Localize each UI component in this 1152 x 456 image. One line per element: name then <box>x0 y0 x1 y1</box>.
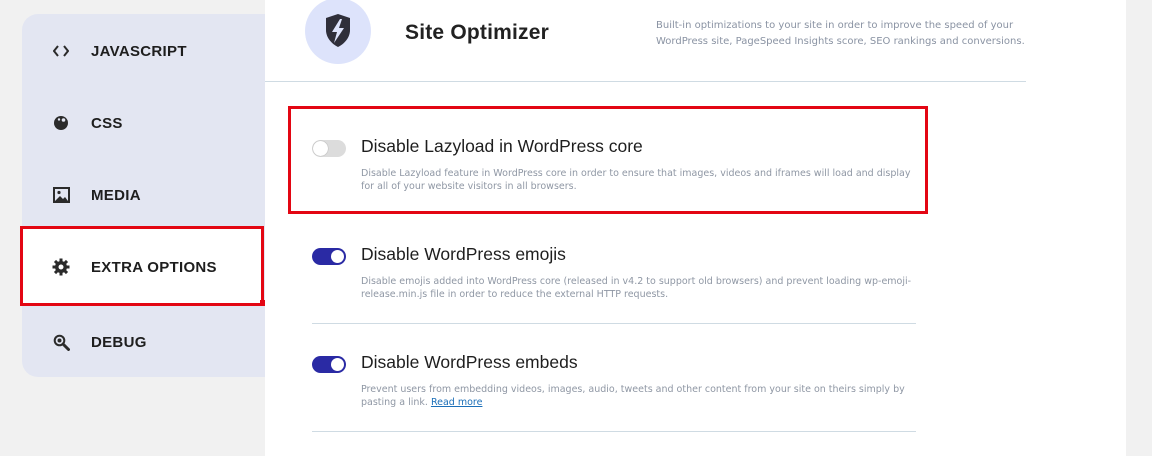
emojis-toggle[interactable] <box>312 248 346 265</box>
sidebar-item-css[interactable]: CSS <box>22 87 265 159</box>
image-icon <box>51 185 71 205</box>
option-title: Disable WordPress embeds <box>361 352 578 372</box>
sidebar-item-label: DEBUG <box>91 333 147 351</box>
page-title: Site Optimizer <box>405 21 549 44</box>
main-panel: Site Optimizer Built-in optimizations to… <box>265 0 1126 456</box>
sidebar-item-label: EXTRA OPTIONS <box>91 258 217 276</box>
sidebar: JAVASCRIPT CSS MEDIA EXTRA OPTIONS DEBUG <box>22 14 265 377</box>
palette-icon <box>51 113 71 133</box>
option-disable-lazyload: Disable Lazyload in WordPress core Disab… <box>312 136 917 196</box>
lazyload-toggle[interactable] <box>312 140 346 157</box>
option-description: Prevent users from embedding videos, ima… <box>361 383 921 409</box>
sidebar-item-label: MEDIA <box>91 186 141 204</box>
sidebar-item-label: JAVASCRIPT <box>91 42 187 60</box>
toggle-knob <box>313 141 328 156</box>
option-disable-embeds: Disable WordPress embeds Prevent users f… <box>312 352 917 412</box>
divider <box>265 81 1026 82</box>
option-title: Disable WordPress emojis <box>361 244 566 264</box>
toggle-knob <box>331 358 344 371</box>
read-more-link[interactable]: Read more <box>431 397 483 408</box>
sidebar-item-extra-options[interactable]: EXTRA OPTIONS <box>22 229 263 305</box>
option-title: Disable Lazyload in WordPress core <box>361 136 643 156</box>
sidebar-item-debug[interactable]: DEBUG <box>22 306 265 378</box>
gear-icon <box>51 257 71 277</box>
option-description: Disable Lazyload feature in WordPress co… <box>361 168 911 192</box>
page-description: Built-in optimizations to your site in o… <box>656 20 1025 47</box>
sidebar-item-media[interactable]: MEDIA <box>22 159 265 231</box>
divider <box>312 323 916 324</box>
sidebar-item-label: CSS <box>91 114 123 132</box>
option-description: Disable emojis added into WordPress core… <box>361 276 912 300</box>
sidebar-item-javascript[interactable]: JAVASCRIPT <box>22 15 265 87</box>
divider <box>312 431 916 432</box>
page-gutter <box>1126 0 1152 456</box>
toggle-knob <box>331 250 344 263</box>
option-disable-emojis: Disable WordPress emojis Disable emojis … <box>312 244 917 304</box>
embeds-toggle[interactable] <box>312 356 346 373</box>
lightning-shield-icon <box>305 0 371 64</box>
code-icon <box>51 41 71 61</box>
magnify-icon <box>51 332 71 352</box>
